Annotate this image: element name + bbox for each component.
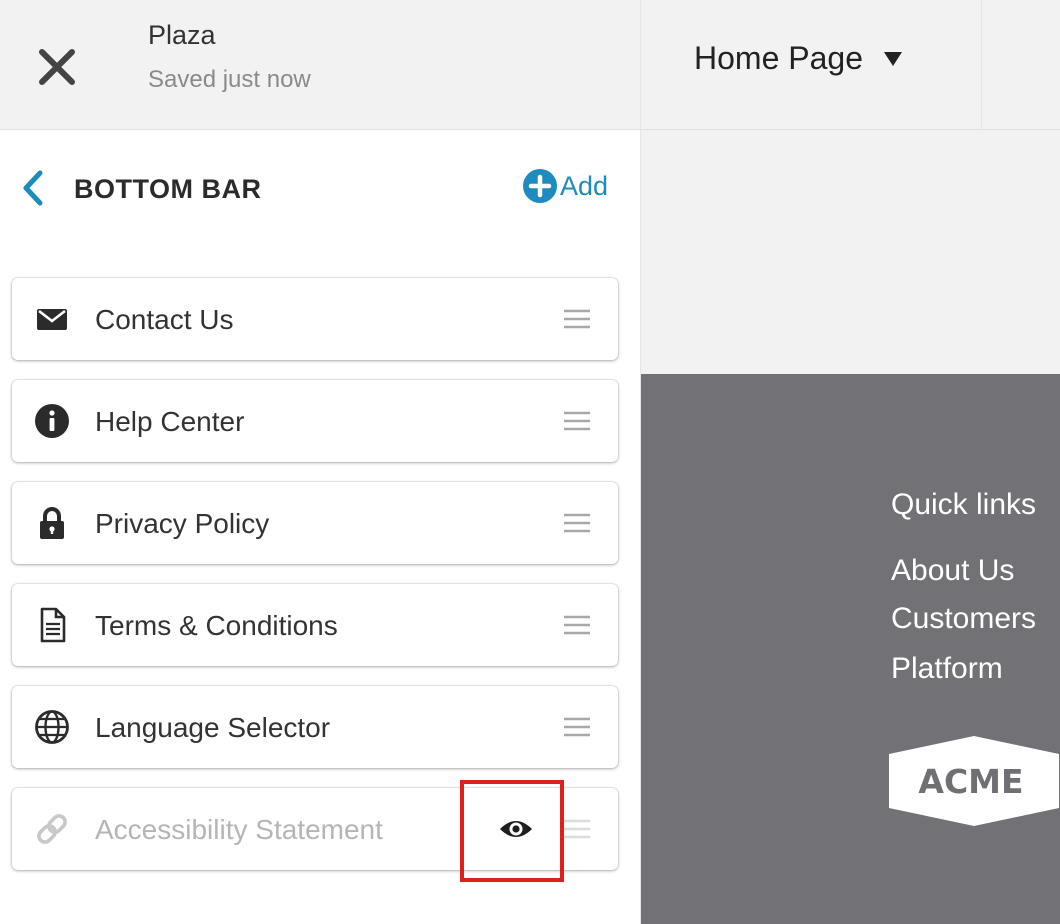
envelope-icon xyxy=(37,309,67,330)
list-item-language-selector[interactable]: Language Selector xyxy=(12,686,618,768)
list-item-accessibility-statement[interactable]: Accessibility Statement xyxy=(12,788,618,870)
drag-handle-icon[interactable] xyxy=(564,716,590,738)
list-item-help-center[interactable]: Help Center xyxy=(12,380,618,462)
info-icon xyxy=(35,404,69,438)
caret-down-icon xyxy=(883,51,902,66)
save-status: Saved just now xyxy=(148,66,311,93)
page-selector-dropdown[interactable]: Home Page xyxy=(694,40,903,77)
footer-link-customers[interactable]: Customers xyxy=(891,602,1036,636)
page-selector-label: Home Page xyxy=(694,40,863,76)
logo-text: ACME xyxy=(918,762,1023,801)
acme-logo: ACME xyxy=(889,736,1059,826)
footer-link-about-us[interactable]: About Us xyxy=(891,554,1014,588)
preview-footer: Quick links About Us Customers Platform … xyxy=(641,374,1060,924)
drag-handle-icon[interactable] xyxy=(564,308,590,330)
eye-icon[interactable] xyxy=(498,814,534,844)
item-label: Accessibility Statement xyxy=(95,814,383,845)
item-label: Contact Us xyxy=(95,304,234,335)
item-label: Terms & Conditions xyxy=(95,610,338,641)
section-title: BOTTOM BAR xyxy=(74,174,262,204)
drag-handle-icon[interactable] xyxy=(564,818,590,840)
lock-icon xyxy=(40,507,64,539)
list-item-terms-conditions[interactable]: Terms & Conditions xyxy=(12,584,618,666)
add-button[interactable]: Add xyxy=(522,168,608,204)
close-icon[interactable] xyxy=(34,44,80,90)
list-item-privacy-policy[interactable]: Privacy Policy xyxy=(12,482,618,564)
item-label: Language Selector xyxy=(95,712,331,743)
plus-circle-icon xyxy=(522,169,557,203)
footer-link-platform[interactable]: Platform xyxy=(891,652,1003,686)
editor-panel: Plaza Saved just now BOTTOM BAR Add Cont… xyxy=(0,0,640,924)
section-bar: BOTTOM BAR Add xyxy=(0,160,640,220)
quick-links-title: Quick links xyxy=(891,488,1037,521)
document-icon xyxy=(40,607,66,643)
preview-topbar: Home Page xyxy=(641,0,1060,130)
back-chevron-icon[interactable] xyxy=(18,168,48,208)
drag-handle-icon[interactable] xyxy=(564,614,590,636)
item-label: Help Center xyxy=(95,406,245,437)
site-name: Plaza xyxy=(148,20,216,50)
item-label: Privacy Policy xyxy=(95,508,270,539)
panel-header: Plaza Saved just now xyxy=(0,0,640,130)
bottom-bar-items: Contact Us Help Center Privacy Policy Te… xyxy=(12,278,618,890)
add-label: Add xyxy=(559,170,608,201)
link-icon xyxy=(37,814,67,844)
drag-handle-icon[interactable] xyxy=(564,512,590,534)
list-item-contact-us[interactable]: Contact Us xyxy=(12,278,618,360)
topbar-divider xyxy=(981,0,982,130)
globe-icon xyxy=(35,710,69,744)
drag-handle-icon[interactable] xyxy=(564,410,590,432)
site-preview: Home Page Quick links About Us Customers… xyxy=(640,0,1060,924)
